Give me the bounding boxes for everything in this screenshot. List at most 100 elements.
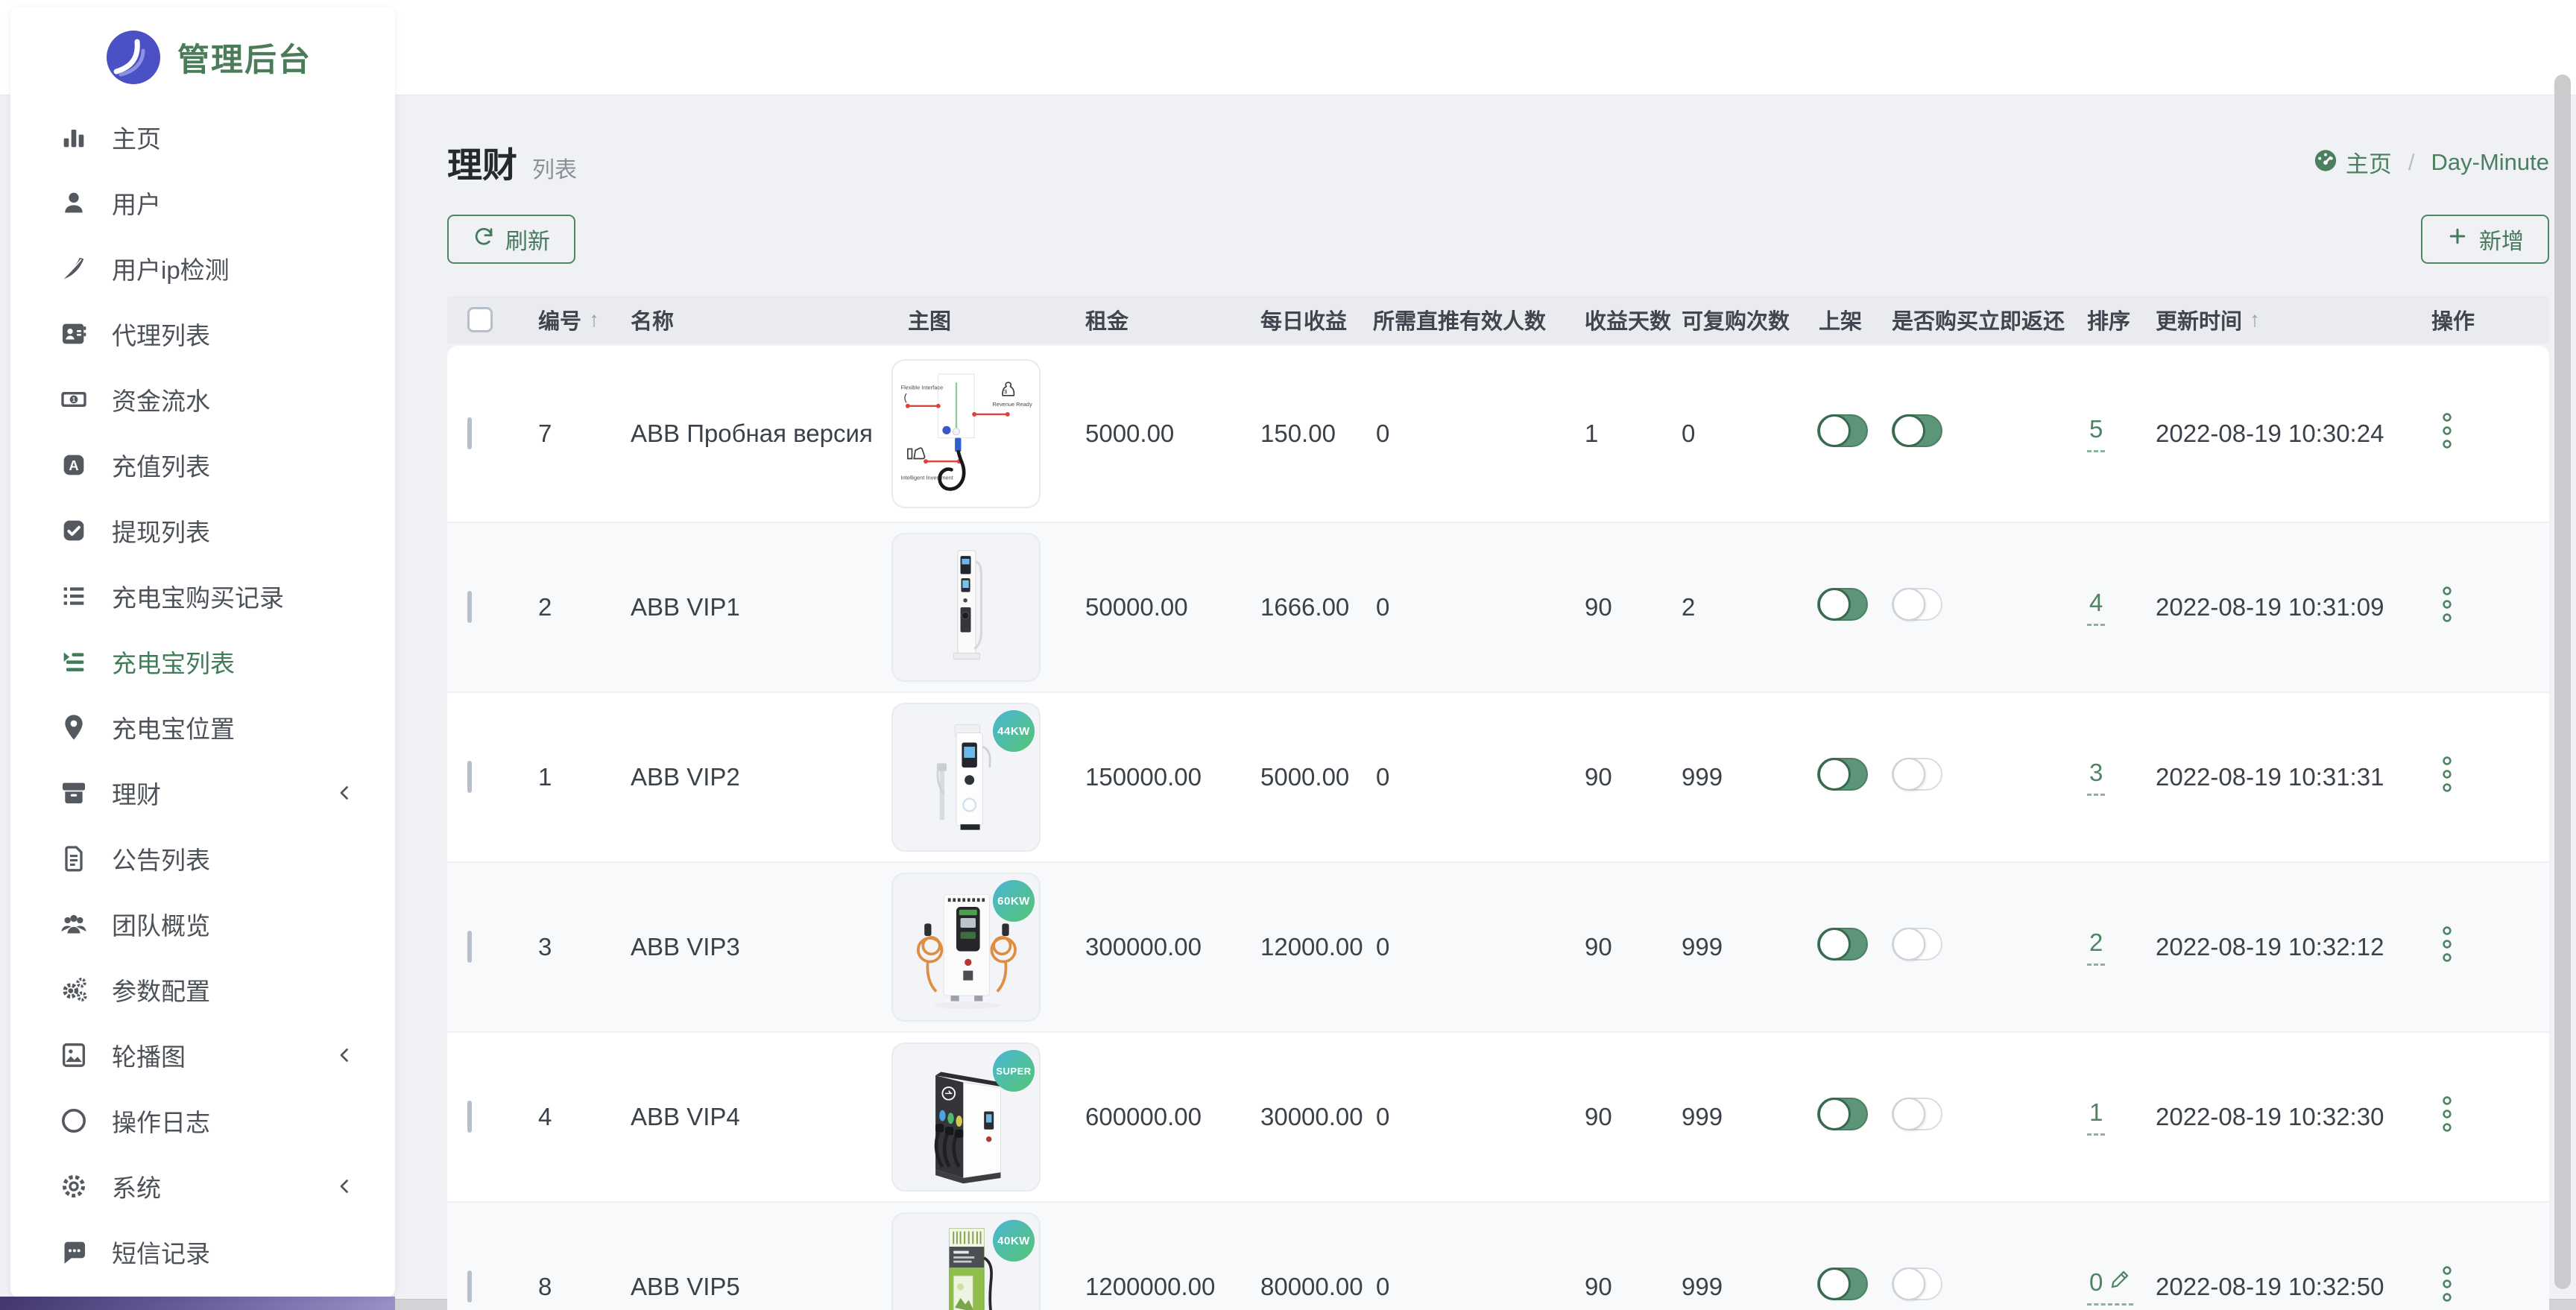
feather-icon bbox=[58, 253, 89, 284]
col-id[interactable]: 编号↑ bbox=[520, 304, 613, 335]
breadcrumb: 主页 / Day-Minute bbox=[2313, 145, 2549, 179]
svg-text:Revenue Ready: Revenue Ready bbox=[992, 401, 1032, 408]
sidebar-item-finance[interactable]: 理财 bbox=[10, 760, 395, 826]
sort-value-link[interactable]: 3 bbox=[2087, 759, 2105, 796]
select-all-checkbox[interactable] bbox=[467, 307, 493, 332]
sort-value-link[interactable]: 1 bbox=[2087, 1098, 2105, 1136]
cell-name: ABB VIP4 bbox=[613, 1103, 881, 1131]
on-shelf-toggle[interactable] bbox=[1817, 588, 1868, 621]
cell-referrals: 0 bbox=[1358, 933, 1574, 961]
row-checkbox[interactable] bbox=[467, 931, 472, 963]
cell-updated-time: 2022-08-19 10:32:12 bbox=[2141, 933, 2409, 961]
svg-text:1: 1 bbox=[72, 396, 76, 403]
sidebar-item-powerbank-buy-log[interactable]: 充电宝购买记录 bbox=[10, 563, 395, 629]
immediate-return-toggle[interactable] bbox=[1892, 1098, 1942, 1130]
on-shelf-toggle[interactable] bbox=[1817, 928, 1868, 961]
sidebar-item-powerbank-location[interactable]: 充电宝位置 bbox=[10, 694, 395, 760]
row-checkbox[interactable] bbox=[467, 761, 472, 793]
sidebar-item-system[interactable]: 系统 bbox=[10, 1154, 395, 1219]
cell-id: 2 bbox=[520, 593, 613, 621]
row-actions-menu-button[interactable] bbox=[2440, 755, 2454, 800]
chat-icon bbox=[58, 1236, 89, 1268]
sort-value-link[interactable]: 5 bbox=[2087, 415, 2105, 452]
product-image: 40KW bbox=[891, 1212, 1041, 1310]
refresh-button[interactable]: 刷新 bbox=[447, 215, 575, 264]
add-button[interactable]: 新增 bbox=[2421, 215, 2549, 264]
cell-rent: 150000.00 bbox=[1067, 763, 1243, 791]
cell-income-days: 90 bbox=[1574, 933, 1671, 961]
sidebar-item-user-ip[interactable]: 用户ip检测 bbox=[10, 235, 395, 301]
sort-value-link[interactable]: 0 bbox=[2087, 1268, 2133, 1306]
row-actions-menu-button[interactable] bbox=[2440, 1265, 2454, 1309]
chevron-left-icon[interactable] bbox=[334, 1175, 356, 1197]
sidebar-item-agents[interactable]: 代理列表 bbox=[10, 301, 395, 367]
cell-rent: 5000.00 bbox=[1067, 420, 1243, 448]
cell-rent: 300000.00 bbox=[1067, 933, 1243, 961]
chevron-left-icon[interactable] bbox=[334, 1044, 356, 1066]
immediate-return-toggle[interactable] bbox=[1892, 588, 1942, 621]
sidebar-item-recharge[interactable]: A 充值列表 bbox=[10, 432, 395, 498]
immediate-return-toggle[interactable] bbox=[1892, 1268, 1942, 1300]
cell-rent: 50000.00 bbox=[1067, 593, 1243, 621]
refresh-icon bbox=[473, 225, 495, 253]
cell-repurchase: 999 bbox=[1671, 763, 1798, 791]
sidebar-nav: 主页 用户 用户ip检测 代理列表 1 资金流水 A 充值列表 提现列表 充电宝… bbox=[10, 104, 395, 1285]
cell-name: ABB VIP3 bbox=[613, 933, 881, 961]
sidebar-item-announcements[interactable]: 公告列表 bbox=[10, 826, 395, 891]
col-daily: 每日收益 bbox=[1243, 304, 1358, 335]
sort-asc-icon: ↑ bbox=[2250, 308, 2260, 332]
chevron-left-icon[interactable] bbox=[334, 782, 356, 804]
svg-text:$: $ bbox=[1004, 388, 1008, 395]
cell-name: ABB VIP2 bbox=[613, 763, 881, 791]
sidebar-item-op-logs[interactable]: 操作日志 bbox=[10, 1088, 395, 1154]
circle-icon bbox=[58, 1105, 89, 1136]
sidebar-item-home[interactable]: 主页 bbox=[10, 104, 395, 170]
table-row: 3 ABB VIP3 60KW 300000.00 12000.00 0 90 … bbox=[447, 861, 2549, 1031]
row-checkbox[interactable] bbox=[467, 1271, 472, 1303]
cell-daily-income: 5000.00 bbox=[1243, 763, 1358, 791]
id-card-icon bbox=[58, 318, 89, 349]
document-icon bbox=[58, 843, 89, 874]
page-subtitle: 列表 bbox=[532, 151, 577, 184]
cell-rent: 600000.00 bbox=[1067, 1103, 1243, 1131]
cell-id: 7 bbox=[520, 420, 613, 448]
banknote-icon: 1 bbox=[58, 384, 89, 415]
sidebar-item-funds[interactable]: 1 资金流水 bbox=[10, 367, 395, 432]
row-actions-menu-button[interactable] bbox=[2440, 925, 2454, 969]
sidebar-item-team[interactable]: 团队概览 bbox=[10, 891, 395, 957]
sidebar-item-carousel[interactable]: 轮播图 bbox=[10, 1022, 395, 1088]
product-image: 60KW bbox=[891, 873, 1041, 1022]
row-actions-menu-button[interactable] bbox=[2440, 1095, 2454, 1139]
on-shelf-toggle[interactable] bbox=[1817, 758, 1868, 791]
table-row: 2 ABB VIP1 50000.00 1666.00 0 90 2 4 202… bbox=[447, 522, 2549, 692]
photo-icon bbox=[58, 1040, 89, 1071]
cell-repurchase: 999 bbox=[1671, 933, 1798, 961]
on-shelf-toggle[interactable] bbox=[1817, 1098, 1868, 1130]
row-checkbox[interactable] bbox=[467, 1101, 472, 1133]
sort-value-link[interactable]: 2 bbox=[2087, 928, 2105, 966]
sort-value-link[interactable]: 4 bbox=[2087, 589, 2105, 626]
row-checkbox[interactable] bbox=[467, 591, 472, 623]
table-row: 4 ABB VIP4 SUPER 600000.00 30000.00 0 90… bbox=[447, 1031, 2549, 1201]
sidebar-item-params[interactable]: 参数配置 bbox=[10, 957, 395, 1022]
cell-daily-income: 12000.00 bbox=[1243, 933, 1358, 961]
on-shelf-toggle[interactable] bbox=[1817, 414, 1868, 447]
col-repurchase: 可复购次数 bbox=[1671, 304, 1798, 335]
sidebar-item-powerbank-list[interactable]: 充电宝列表 bbox=[10, 629, 395, 694]
immediate-return-toggle[interactable] bbox=[1892, 758, 1942, 791]
immediate-return-toggle[interactable] bbox=[1892, 414, 1942, 447]
immediate-return-toggle[interactable] bbox=[1892, 928, 1942, 961]
sidebar-item-sms[interactable]: 短信记录 bbox=[10, 1219, 395, 1285]
col-updated[interactable]: 更新时间↑ bbox=[2141, 304, 2409, 335]
sidebar-item-withdraw[interactable]: 提现列表 bbox=[10, 498, 395, 563]
row-actions-menu-button[interactable] bbox=[2440, 411, 2454, 456]
on-shelf-toggle[interactable] bbox=[1817, 1268, 1868, 1300]
cell-daily-income: 80000.00 bbox=[1243, 1273, 1358, 1301]
sidebar-item-users[interactable]: 用户 bbox=[10, 170, 395, 235]
row-actions-menu-button[interactable] bbox=[2440, 585, 2454, 630]
row-checkbox[interactable] bbox=[467, 417, 472, 449]
breadcrumb-home[interactable]: 主页 bbox=[2313, 145, 2392, 179]
cell-repurchase: 999 bbox=[1671, 1273, 1798, 1301]
gear-icon bbox=[58, 1171, 89, 1202]
power-badge: SUPER bbox=[993, 1050, 1035, 1092]
